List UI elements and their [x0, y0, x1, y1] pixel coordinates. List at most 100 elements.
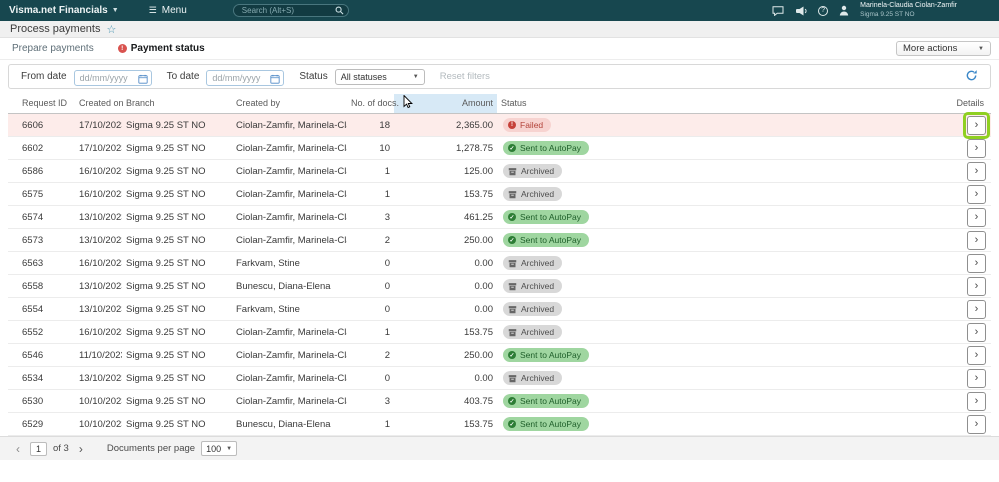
user-org: Sigma 9.25 ST NO: [860, 11, 957, 19]
cell-branch: Sigma 9.25 ST NO: [122, 298, 232, 321]
details-button[interactable]: ›: [967, 254, 986, 273]
check-icon: ✓: [508, 213, 516, 221]
cell-created-on: 13/10/2023: [75, 298, 122, 321]
table-row: 653413/10/2023Sigma 9.25 ST NOCiolan-Zam…: [8, 367, 991, 390]
status-badge-failed: !Failed: [503, 118, 551, 132]
cell-branch: Sigma 9.25 ST NO: [122, 114, 232, 137]
cell-created-by: Ciolan-Zamfir, Marinela-Claudia: [232, 344, 347, 367]
calendar-icon[interactable]: [138, 71, 148, 89]
cell-amount: 0.00: [394, 275, 497, 298]
prev-page-button[interactable]: ‹: [12, 442, 24, 456]
column-header-details[interactable]: Details: [944, 94, 991, 114]
cell-amount: 153.75: [394, 183, 497, 206]
cell-details: ›: [944, 137, 991, 160]
topbar-right: ? Marinela-Claudia Ciolan-Zamfir Sigma 9…: [772, 2, 999, 18]
details-button[interactable]: ›: [967, 369, 986, 388]
details-button[interactable]: ›: [967, 300, 986, 319]
help-icon[interactable]: ?: [818, 6, 828, 16]
cell-details: ›: [944, 321, 991, 344]
cell-branch: Sigma 9.25 ST NO: [122, 229, 232, 252]
cell-branch: Sigma 9.25 ST NO: [122, 367, 232, 390]
per-page-select[interactable]: 100 ▼: [201, 441, 237, 456]
cell-created-on: 13/10/2023: [75, 367, 122, 390]
refresh-button[interactable]: [960, 67, 982, 87]
table-row: 656316/10/2023Sigma 9.25 ST NOFarkvam, S…: [8, 252, 991, 275]
per-page-label: Documents per page: [107, 443, 195, 454]
next-page-button[interactable]: ›: [75, 442, 87, 456]
cell-details: ›: [944, 367, 991, 390]
chevron-down-icon: ▼: [112, 7, 119, 14]
column-header-created-by[interactable]: Created by: [232, 94, 347, 114]
cell-created-on: 13/10/2023: [75, 275, 122, 298]
user-icon[interactable]: [839, 5, 849, 16]
details-button[interactable]: ›: [967, 346, 986, 365]
details-button[interactable]: ›: [967, 392, 986, 411]
reset-filters-link[interactable]: Reset filters: [440, 71, 490, 82]
archive-icon: [508, 259, 517, 268]
brand-menu[interactable]: Visma.net Financials ▼: [0, 5, 129, 16]
details-button[interactable]: ›: [967, 116, 986, 135]
column-header-request-id[interactable]: Request ID: [8, 94, 75, 114]
annotation-highlight: ›: [967, 116, 986, 135]
global-search: [233, 4, 349, 17]
details-button[interactable]: ›: [967, 139, 986, 158]
details-button[interactable]: ›: [967, 231, 986, 250]
megaphone-icon[interactable]: [795, 6, 807, 16]
details-button[interactable]: ›: [967, 162, 986, 181]
cell-no-of-docs: 3: [347, 206, 394, 229]
column-header-branch[interactable]: Branch: [122, 94, 232, 114]
tab-payment-status[interactable]: ! Payment status: [118, 43, 205, 54]
cell-created-on: 10/10/2023: [75, 413, 122, 436]
status-filter-select[interactable]: All statuses ▼: [335, 69, 425, 85]
cell-no-of-docs: 3: [347, 390, 394, 413]
cell-created-by: Ciolan-Zamfir, Marinela-Claudia: [232, 390, 347, 413]
refresh-icon: [965, 69, 978, 85]
column-header-no-of-docs[interactable]: No. of docs.: [347, 94, 394, 114]
cell-details: ›: [944, 160, 991, 183]
cell-request-id: 6554: [8, 298, 75, 321]
cell-created-by: Ciolan-Zamfir, Marinela-Claudia: [232, 229, 347, 252]
cell-created-by: Farkvam, Stine: [232, 298, 347, 321]
cell-created-on: 10/10/2023: [75, 390, 122, 413]
archive-icon: [508, 282, 517, 291]
details-button[interactable]: ›: [967, 323, 986, 342]
pagination-bar: ‹ of 3 › Documents per page 100 ▼: [0, 436, 999, 460]
user-name: Marinela-Claudia Ciolan-Zamfir: [860, 2, 957, 10]
chevron-down-icon: ▼: [978, 46, 984, 52]
details-button[interactable]: ›: [967, 185, 986, 204]
cell-created-on: 17/10/2023: [75, 114, 122, 137]
cell-no-of-docs: 2: [347, 229, 394, 252]
cell-branch: Sigma 9.25 ST NO: [122, 252, 232, 275]
archive-icon: [508, 167, 517, 176]
cell-status: Archived: [497, 367, 944, 390]
cell-no-of-docs: 0: [347, 275, 394, 298]
page-number-input[interactable]: [30, 442, 47, 456]
column-header-status[interactable]: Status: [497, 94, 944, 114]
details-button[interactable]: ›: [967, 208, 986, 227]
archive-icon: [508, 190, 517, 199]
calendar-icon[interactable]: [270, 71, 280, 89]
favorite-star-icon[interactable]: ☆: [106, 23, 116, 36]
column-header-created-on[interactable]: Created on: [75, 94, 122, 114]
cell-created-by: Ciolan-Zamfir, Marinela-Claudia: [232, 367, 347, 390]
cell-status: Archived: [497, 275, 944, 298]
cell-created-on: 17/10/2023: [75, 137, 122, 160]
user-menu[interactable]: Marinela-Claudia Ciolan-Zamfir Sigma 9.2…: [860, 2, 957, 18]
cell-amount: 0.00: [394, 367, 497, 390]
details-button[interactable]: ›: [967, 415, 986, 434]
chat-icon[interactable]: [772, 6, 784, 16]
cell-no-of-docs: 1: [347, 183, 394, 206]
cell-request-id: 6586: [8, 160, 75, 183]
search-input[interactable]: [233, 4, 349, 17]
error-icon: !: [508, 121, 516, 129]
brand-label: Visma.net Financials: [9, 5, 108, 16]
details-button[interactable]: ›: [967, 277, 986, 296]
table-row: 652910/10/2023Sigma 9.25 ST NOBunescu, D…: [8, 413, 991, 436]
menu-button[interactable]: ☰ Menu: [139, 5, 197, 16]
status-badge-sent-to-autopay: ✓Sent to AutoPay: [503, 233, 589, 247]
column-header-amount[interactable]: Amount: [394, 94, 497, 114]
more-actions-button[interactable]: More actions ▼: [896, 41, 991, 56]
tab-prepare-payments[interactable]: Prepare payments: [12, 43, 94, 54]
cell-request-id: 6575: [8, 183, 75, 206]
cell-request-id: 6574: [8, 206, 75, 229]
